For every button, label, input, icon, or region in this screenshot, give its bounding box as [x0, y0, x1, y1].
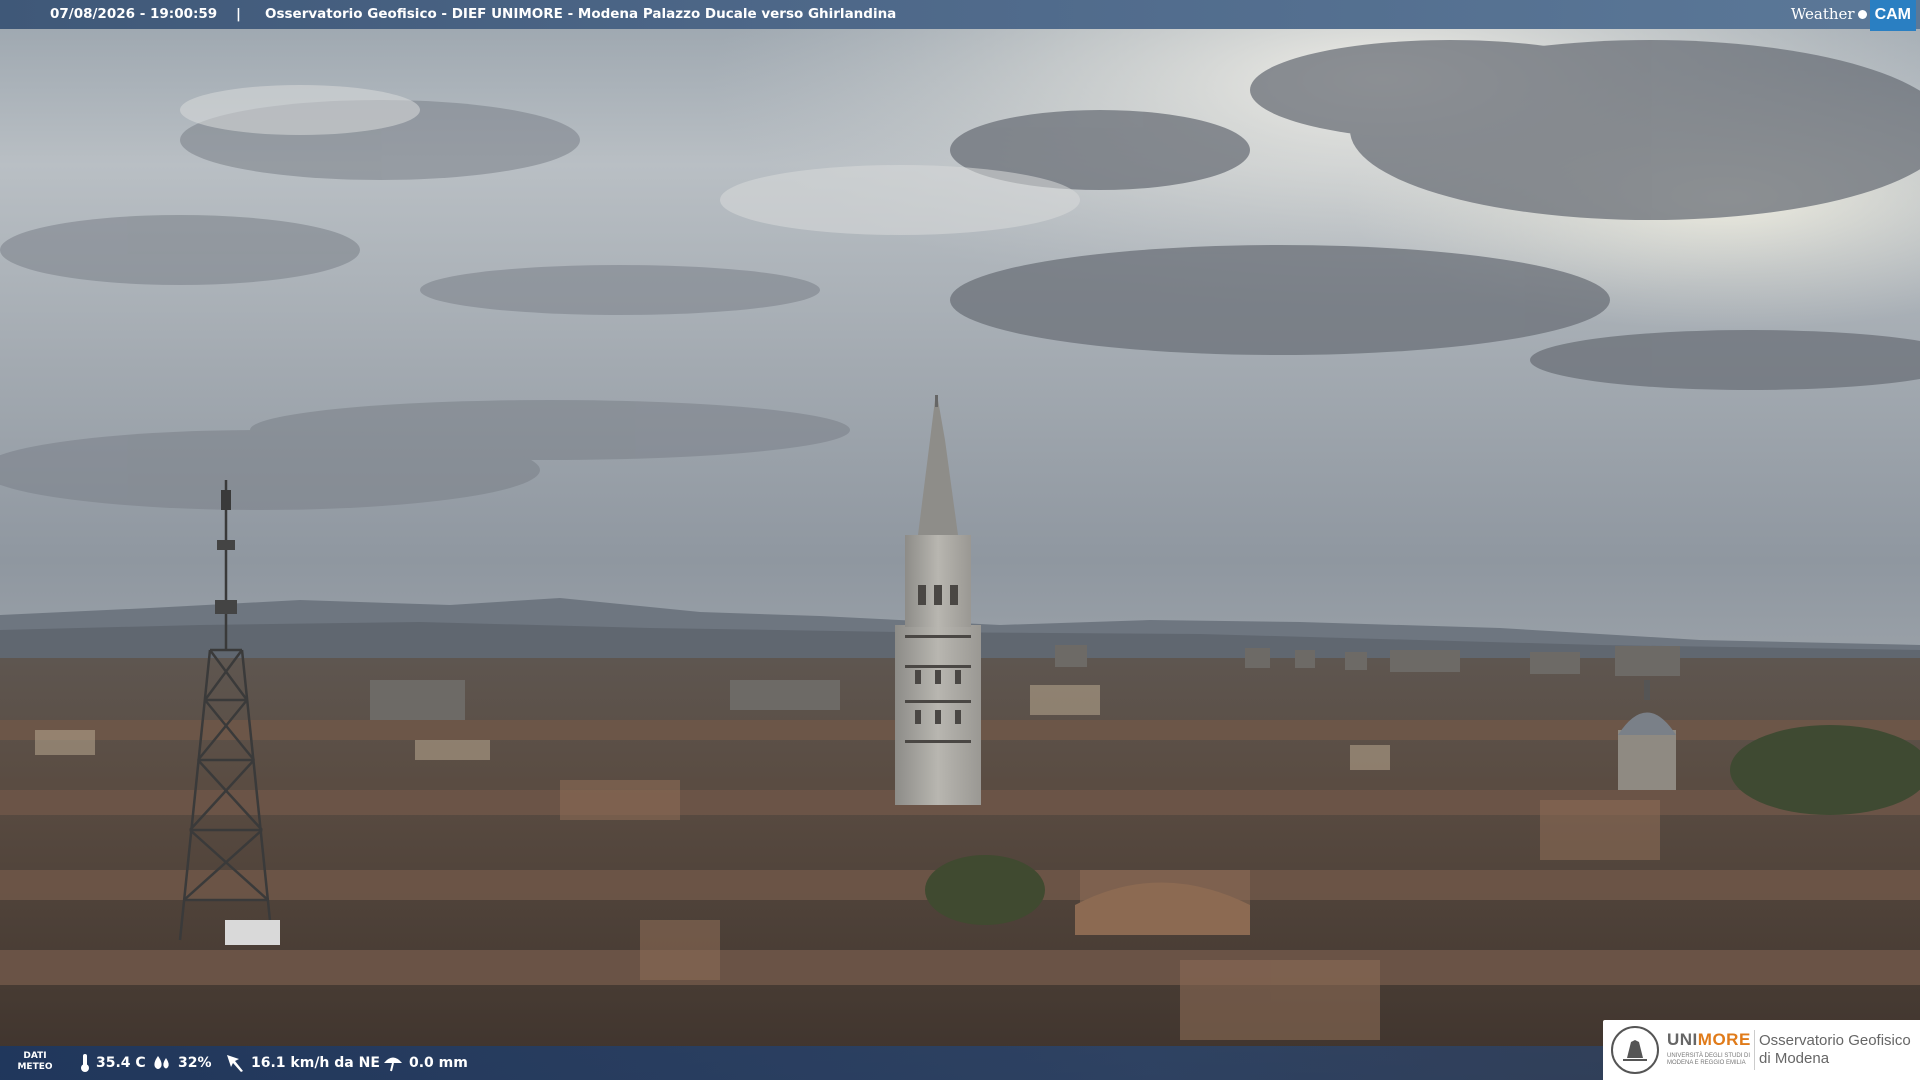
webcam-view [0, 0, 1920, 1080]
unimore-uni: UNI [1667, 1030, 1698, 1049]
observatory-line1: Osservatorio Geofisico [1759, 1032, 1911, 1049]
temperature-value: 35.4 C [96, 1055, 146, 1071]
brand-weather: Weather [1790, 4, 1855, 23]
separator: | [236, 6, 241, 22]
timestamp: 07/08/2026 - 19:00:59 [50, 6, 218, 22]
unimore-logo: UNIMORE UNIVERSITÀ DEGLI STUDI DI MODENA… [1603, 1020, 1920, 1080]
wind-value: 16.1 km/h da NE [251, 1055, 380, 1071]
wind-reading: 16.1 km/h da NE [225, 1046, 380, 1080]
umbrella-rain-icon [384, 1057, 402, 1072]
brand-cam: CAM [1869, 0, 1916, 31]
temperature-reading: 35.4 C [80, 1046, 146, 1080]
wind-direction-icon [227, 1055, 243, 1072]
weathercam-logo: Weather CAM [1790, 0, 1920, 31]
humidity-value: 32% [178, 1055, 212, 1071]
logo-divider [1754, 1030, 1755, 1070]
info-bar: 07/08/2026 - 19:00:59 | Osservatorio Geo… [0, 0, 1920, 31]
university-seal-icon [1611, 1026, 1659, 1074]
rain-reading: 0.0 mm [383, 1046, 468, 1080]
camera-location: Osservatorio Geofisico - DIEF UNIMORE - … [265, 6, 897, 22]
meteo-label-line2: METEO [17, 1062, 53, 1072]
rain-value: 0.0 mm [409, 1055, 468, 1071]
brand-dot-icon [1857, 9, 1867, 19]
meteo-label: DATI METEO [14, 1051, 56, 1073]
observatory-line2: di Modena [1759, 1050, 1830, 1067]
observatory-name: Osservatorio Geofisico di Modena [1759, 1032, 1911, 1068]
humidity-drops-icon [154, 1056, 169, 1069]
meteo-label-line1: DATI [23, 1051, 47, 1061]
thermometer-icon [81, 1054, 89, 1072]
unimore-wordmark: UNIMORE [1667, 1030, 1751, 1050]
university-subtitle: UNIVERSITÀ DEGLI STUDI DI MODENA E REGGI… [1667, 1053, 1751, 1066]
unimore-more: MORE [1697, 1030, 1751, 1049]
humidity-reading: 32% [152, 1046, 212, 1080]
